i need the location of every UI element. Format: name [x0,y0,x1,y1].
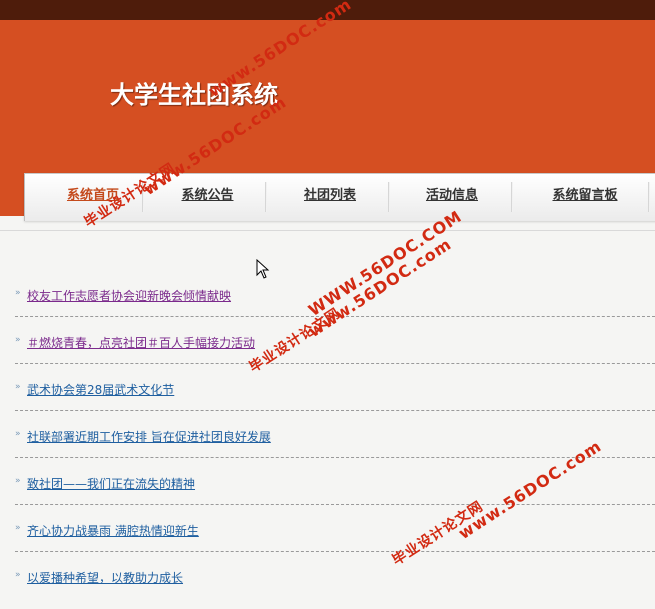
double-chevron-icon: » [15,335,21,345]
site-title: 大学生社团系统 [110,81,278,109]
nav-separator [511,182,513,212]
double-chevron-icon: » [15,288,21,298]
news-link[interactable]: 齐心协力战暴雨 满腔热情迎新生 [27,522,199,539]
list-item: » 以爱播种希望，以教助力成长 [15,569,655,589]
double-chevron-icon: » [15,382,21,392]
list-item: » 齐心协力战暴雨 满腔热情迎新生 [15,522,655,542]
list-item: » 武术协会第28届武术文化节 [15,381,655,401]
list-divider [15,504,655,505]
list-divider [15,410,655,411]
news-link[interactable]: 校友工作志愿者协会迎新晚会倾情献映 [27,287,231,304]
nav-separator [388,182,390,212]
news-link[interactable]: 致社团——我们正在流失的精神 [27,475,195,492]
news-link[interactable]: 武术协会第28届武术文化节 [27,381,174,398]
news-link[interactable]: 以爱播种希望，以教助力成长 [27,569,183,586]
list-divider [15,551,655,552]
news-link[interactable]: 社联部署近期工作安排 旨在促进社团良好发展 [27,428,271,445]
mouse-pointer-icon [256,259,270,279]
double-chevron-icon: » [15,429,21,439]
nav-item-club-list[interactable]: 社团列表 [280,174,380,221]
news-link[interactable]: ＃燃烧青春，点亮社团＃百人手幅接力活动 [27,334,255,351]
double-chevron-icon: » [15,523,21,533]
list-divider [15,363,655,364]
list-item: » ＃燃烧青春，点亮社团＃百人手幅接力活动 [15,334,655,354]
nav-item-message-board[interactable]: 系统留言板 [525,174,645,221]
double-chevron-icon: » [15,476,21,486]
nav-separator [265,182,267,212]
nav-separator [648,182,650,212]
content-top-border [0,230,655,231]
list-item: » 社联部署近期工作安排 旨在促进社团良好发展 [15,428,655,448]
double-chevron-icon: » [15,570,21,580]
